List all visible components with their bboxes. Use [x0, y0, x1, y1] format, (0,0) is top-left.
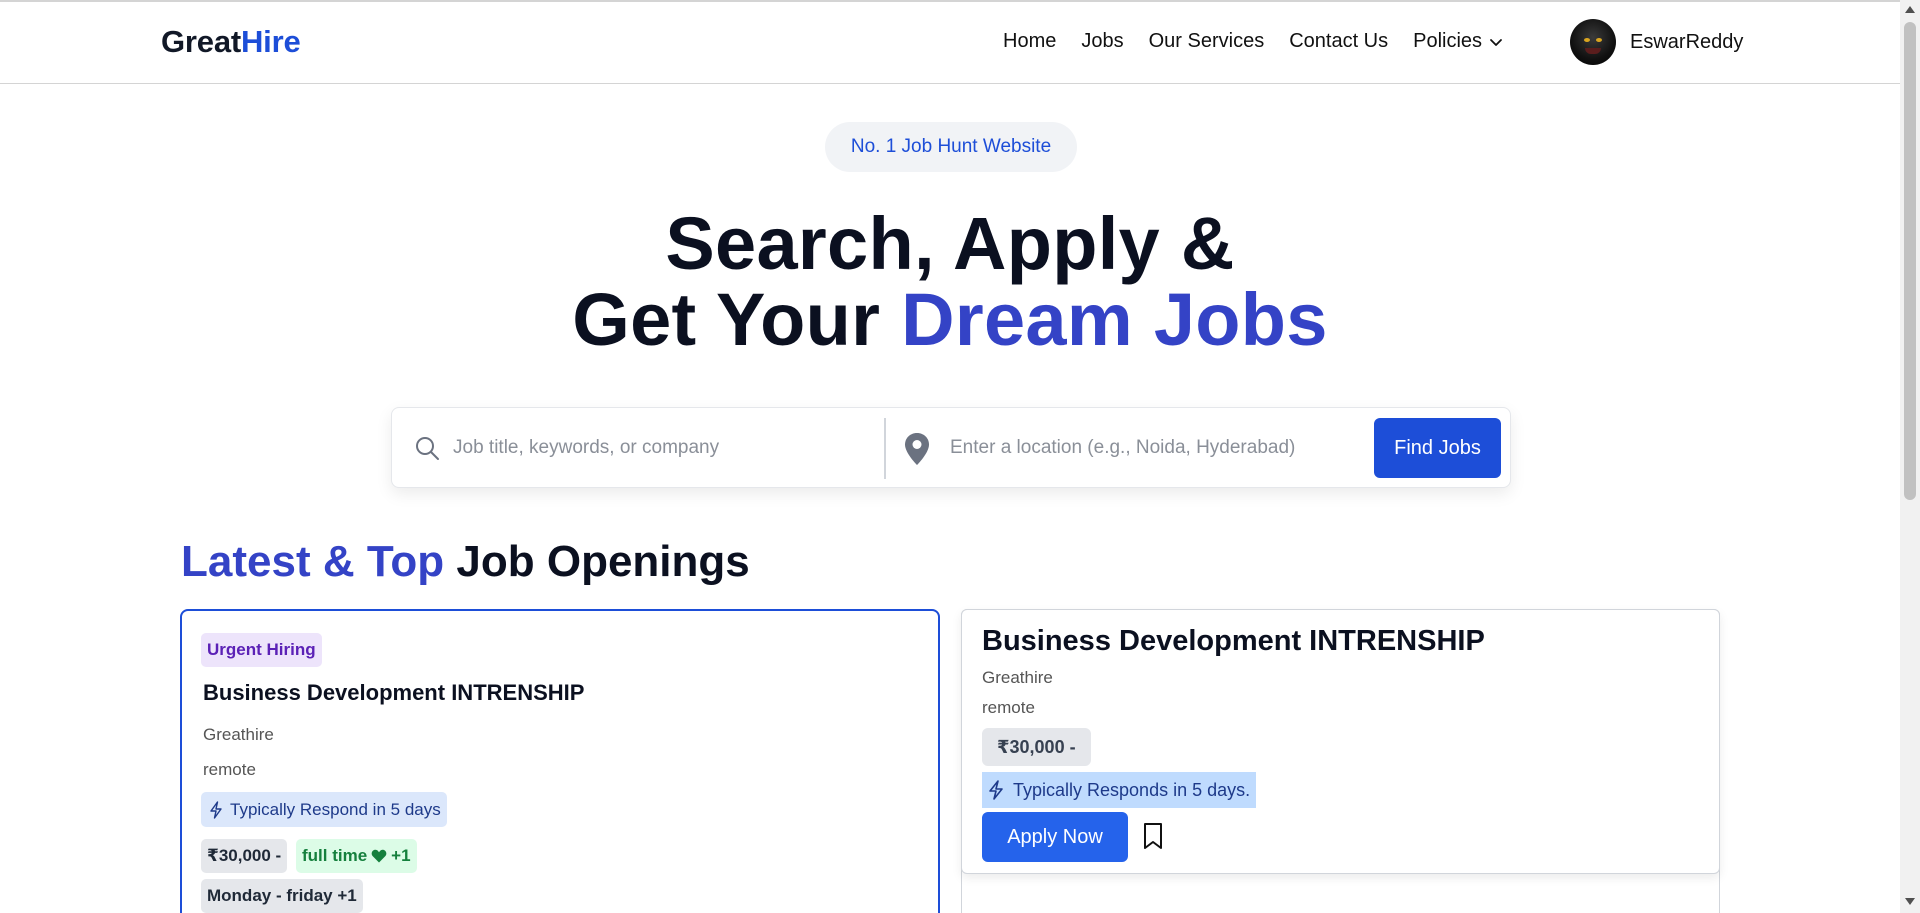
urgent-hiring-badge: Urgent Hiring	[201, 633, 322, 667]
hero-badge: No. 1 Job Hunt Website	[825, 122, 1077, 172]
lightning-icon	[989, 780, 1003, 800]
response-time-badge: Typically Responds in 5 days.	[982, 772, 1257, 808]
logo[interactable]: GreatHire	[161, 24, 301, 60]
scroll-down-arrow-icon[interactable]	[1905, 898, 1915, 905]
lightning-icon	[210, 800, 222, 819]
job-title: Business Development INTRENSHIP	[982, 625, 1485, 657]
search-bar: Find Jobs	[391, 407, 1511, 488]
logo-part-hire: Hire	[240, 24, 301, 59]
location-pin-icon	[905, 433, 929, 465]
page-scrollbar[interactable]	[1900, 0, 1920, 913]
apply-now-button[interactable]: Apply Now	[982, 812, 1128, 862]
find-jobs-button[interactable]: Find Jobs	[1374, 418, 1501, 478]
hero-title: Search, Apply & Get Your Dream Jobs	[0, 206, 1900, 358]
section-title: Latest & Top Job Openings	[181, 537, 750, 587]
hero-line-2-prefix: Get Your	[572, 278, 902, 361]
nav-our-services[interactable]: Our Services	[1149, 30, 1265, 53]
nav-policies-dropdown[interactable]: Policies	[1413, 30, 1504, 53]
avatar[interactable]	[1570, 19, 1616, 65]
scrollbar-thumb[interactable]	[1904, 22, 1916, 500]
scroll-up-arrow-icon[interactable]	[1905, 6, 1915, 13]
job-card[interactable]: Urgent Hiring Business Development INTRE…	[180, 609, 940, 913]
navbar: GreatHire Home Jobs Our Services Contact…	[0, 0, 1900, 84]
section-title-highlight: Latest & Top	[181, 537, 445, 586]
response-time-text: Typically Respond in 5 days	[230, 799, 441, 819]
job-location: remote	[203, 760, 256, 779]
company-name: Greathire	[203, 725, 274, 744]
logo-part-great: Great	[161, 24, 241, 59]
schedule-badge: Monday - friday +1	[201, 879, 363, 913]
heart-icon	[371, 849, 387, 863]
username: EswarReddy	[1630, 30, 1744, 53]
company-name: Greathire	[982, 668, 1053, 687]
search-divider	[884, 418, 886, 479]
nav-links: Home Jobs Our Services Contact Us Polici…	[1003, 30, 1504, 53]
hero-line-1: Search, Apply &	[665, 202, 1235, 285]
response-time-text: Typically Responds in 5 days.	[1013, 779, 1251, 800]
search-icon	[416, 437, 439, 460]
search-input[interactable]	[453, 424, 853, 472]
job-location: remote	[982, 698, 1035, 717]
job-type-extra: +1	[391, 846, 411, 865]
salary-badge: ₹30,000 -	[982, 728, 1091, 766]
chevron-down-icon	[1490, 38, 1502, 46]
nav-contact-us[interactable]: Contact Us	[1289, 30, 1388, 53]
nav-jobs[interactable]: Jobs	[1081, 30, 1123, 53]
section-title-rest: Job Openings	[444, 537, 750, 586]
salary-badge: ₹30,000 -	[201, 839, 288, 873]
avatar-mouth	[1585, 48, 1601, 54]
job-type-text: full time	[302, 846, 368, 865]
nav-policies-label: Policies	[1413, 30, 1483, 52]
user-menu[interactable]: EswarReddy	[1570, 19, 1743, 65]
location-input[interactable]	[950, 424, 1350, 472]
response-time-badge: Typically Respond in 5 days	[201, 792, 447, 827]
nav-home[interactable]: Home	[1003, 30, 1056, 53]
job-card-featured[interactable]: Business Development INTRENSHIP Greathir…	[961, 609, 1720, 874]
avatar-eye-right	[1596, 38, 1602, 42]
job-type-badge: full time +1	[296, 839, 417, 873]
page: GreatHire Home Jobs Our Services Contact…	[0, 0, 1900, 913]
avatar-eye-left	[1584, 38, 1590, 42]
hero-line-2-highlight: Dream Jobs	[901, 278, 1328, 361]
job-title: Business Development INTRENSHIP	[203, 680, 585, 705]
bookmark-icon[interactable]	[1142, 822, 1164, 850]
